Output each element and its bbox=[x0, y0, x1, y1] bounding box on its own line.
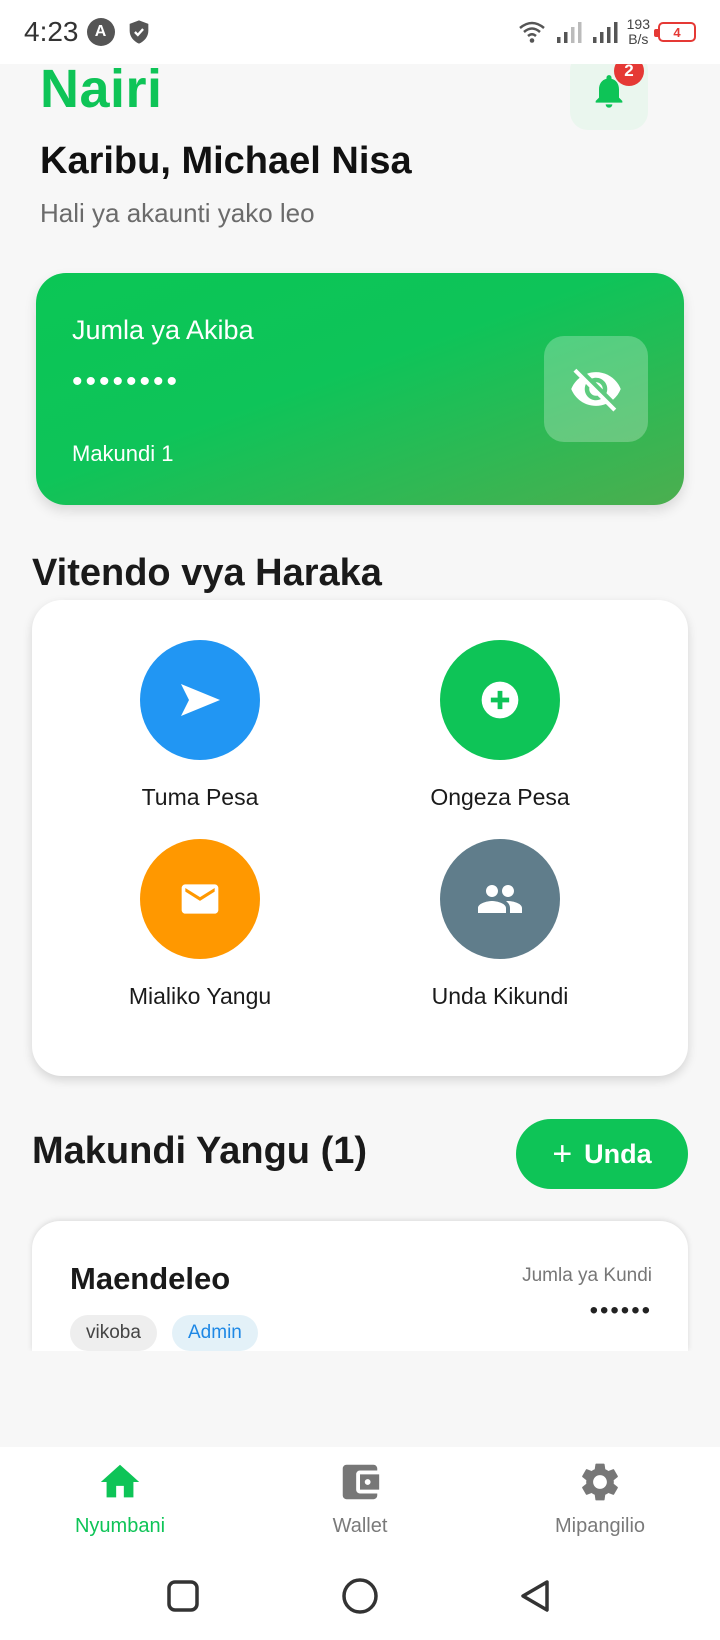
group-total-value: •••••• bbox=[589, 1297, 652, 1324]
status-bar: 4:23 A 193 B/s 4 bbox=[0, 0, 720, 64]
nav-home-label: Nyumbani bbox=[74, 1515, 166, 1537]
group-icon bbox=[478, 885, 522, 913]
signal-icon bbox=[556, 22, 582, 43]
nav-wallet-label: Wallet bbox=[332, 1515, 388, 1537]
recents-button[interactable] bbox=[158, 1571, 208, 1621]
app-notification-icon: A bbox=[86, 18, 115, 46]
send-money-circle[interactable] bbox=[140, 640, 260, 760]
create-group-label: Unda Kikundi bbox=[431, 983, 569, 1009]
network-speed-value: 193 bbox=[626, 16, 650, 32]
brand-title: Nairi bbox=[40, 59, 163, 119]
status-right-icons: 193 B/s 4 bbox=[517, 17, 696, 47]
toggle-balance-visibility-button[interactable] bbox=[544, 336, 648, 442]
circle-icon bbox=[342, 1578, 378, 1614]
create-group-action[interactable]: Unda Kikundi bbox=[350, 839, 650, 1010]
nav-settings-label: Mipangilio bbox=[554, 1515, 646, 1537]
add-money-label: Ongeza Pesa bbox=[430, 784, 570, 810]
my-invitations-circle[interactable] bbox=[140, 839, 260, 959]
shield-icon bbox=[129, 20, 148, 44]
add-money-action[interactable]: Ongeza Pesa bbox=[350, 640, 650, 811]
wallet-icon bbox=[342, 1464, 380, 1500]
eye-off-icon bbox=[571, 368, 621, 412]
status-left-icons: A bbox=[86, 18, 153, 46]
add-circle-icon bbox=[481, 681, 519, 719]
greeting: Karibu, Michael Nisa bbox=[40, 140, 412, 182]
group-card[interactable]: Maendeleo vikoba Admin Jumla ya Kundi ••… bbox=[32, 1221, 688, 1351]
back-button[interactable] bbox=[510, 1571, 560, 1621]
battery-icon: 4 bbox=[654, 22, 696, 42]
group-type-chip: vikoba bbox=[70, 1315, 157, 1351]
home-icon bbox=[100, 1464, 140, 1498]
plus-icon: + bbox=[552, 1135, 573, 1173]
battery-level: 4 bbox=[673, 24, 681, 40]
my-invitations-label: Mialiko Yangu bbox=[128, 983, 272, 1009]
create-group-button[interactable]: + Unda bbox=[516, 1119, 688, 1189]
system-navigation-bar bbox=[0, 1557, 720, 1640]
home-system-button[interactable] bbox=[335, 1571, 385, 1621]
signal-icon-2 bbox=[592, 22, 618, 43]
back-triangle-icon bbox=[521, 1580, 549, 1612]
group-total-label: Jumla ya Kundi bbox=[522, 1265, 652, 1286]
send-money-action[interactable]: Tuma Pesa bbox=[50, 640, 350, 811]
content-bottom-spacer bbox=[0, 1351, 720, 1447]
my-groups-title: Makundi Yangu (1) bbox=[32, 1130, 368, 1172]
network-speed-unit: B/s bbox=[628, 31, 649, 47]
send-money-label: Tuma Pesa bbox=[141, 784, 259, 810]
bottom-navigation: Nyumbani Wallet Mipangilio bbox=[0, 1447, 720, 1557]
square-icon bbox=[167, 1580, 199, 1612]
nav-home[interactable]: Nyumbani bbox=[20, 1459, 220, 1538]
quick-actions-title: Vitendo vya Haraka bbox=[32, 552, 382, 594]
status-time: 4:23 bbox=[24, 16, 79, 47]
group-role-chip: Admin bbox=[172, 1315, 258, 1351]
quick-actions-card: Tuma Pesa Ongeza Pesa Mialiko Yangu Unda… bbox=[32, 600, 688, 1076]
send-icon bbox=[181, 684, 220, 716]
create-group-circle[interactable] bbox=[440, 839, 560, 959]
balance-label: Jumla ya Akiba bbox=[72, 315, 254, 345]
balance-value: •••••••• bbox=[72, 365, 181, 398]
network-speed: 193 B/s bbox=[627, 17, 650, 47]
add-money-circle[interactable] bbox=[440, 640, 560, 760]
greeting-subtitle: Hali ya akaunti yako leo bbox=[40, 198, 315, 228]
gear-icon bbox=[582, 1463, 618, 1501]
nav-wallet[interactable]: Wallet bbox=[260, 1459, 460, 1538]
nav-settings[interactable]: Mipangilio bbox=[500, 1459, 700, 1538]
mail-icon bbox=[181, 884, 219, 914]
groups-count: Makundi 1 bbox=[72, 441, 174, 466]
group-name: Maendeleo bbox=[70, 1261, 231, 1296]
my-invitations-action[interactable]: Mialiko Yangu bbox=[50, 839, 350, 1010]
wifi-icon bbox=[518, 21, 545, 43]
balance-card: Jumla ya Akiba •••••••• Makundi 1 bbox=[36, 273, 684, 505]
create-group-button-label: Unda bbox=[584, 1138, 652, 1169]
